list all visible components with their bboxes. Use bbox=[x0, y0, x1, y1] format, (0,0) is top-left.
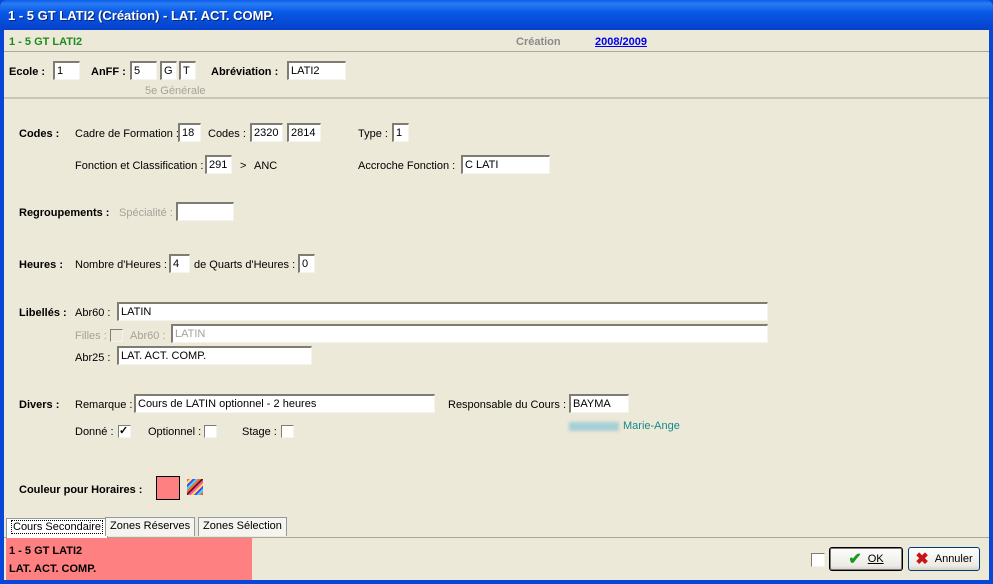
heures-section-label: Heures : bbox=[19, 259, 64, 271]
identity-strip: Ecole : 1 AnFF : 5 G T 5e Générale Abrév… bbox=[4, 52, 989, 99]
type-label: Type : bbox=[358, 128, 388, 140]
responsable-label: Responsable du Cours : bbox=[448, 399, 567, 411]
anff-input-3[interactable]: T bbox=[179, 61, 196, 80]
tab-cours-secondaire[interactable]: Cours Secondaire bbox=[6, 518, 109, 538]
tab-label: Zones Réserves bbox=[110, 520, 191, 532]
couleur-label: Couleur pour Horaires : bbox=[19, 484, 143, 496]
title-bar[interactable]: 1 - 5 GT LATI2 (Création) - LAT. ACT. CO… bbox=[0, 0, 993, 30]
nombre-heures-input[interactable]: 4 bbox=[169, 254, 190, 273]
course-preview: 1 - 5 GT LATI2 LAT. ACT. COMP. bbox=[6, 538, 252, 580]
codes-label: Codes : bbox=[208, 128, 246, 140]
nombre-heures-label: Nombre d'Heures : bbox=[75, 259, 167, 271]
ecole-label: Ecole : bbox=[9, 66, 46, 78]
accroche-label: Accroche Fonction : bbox=[358, 160, 456, 172]
x-icon: ✖ bbox=[915, 551, 929, 568]
ecole-input[interactable]: 1 bbox=[53, 61, 80, 80]
fonction-text: ANC bbox=[254, 160, 278, 172]
cancel-button[interactable]: ✖ Annuler bbox=[908, 547, 980, 571]
donne-label: Donné : bbox=[75, 426, 114, 438]
window-title: 1 - 5 GT LATI2 (Création) - LAT. ACT. CO… bbox=[8, 8, 275, 23]
checkmark-icon: ✓ bbox=[119, 425, 129, 437]
ok-button[interactable]: ✔ OK bbox=[829, 547, 903, 571]
anff-label: AnFF : bbox=[91, 66, 126, 78]
tab-label: Zones Sélection bbox=[203, 520, 282, 532]
remarque-label: Remarque : bbox=[75, 399, 133, 411]
preview-line-2: LAT. ACT. COMP. bbox=[9, 563, 97, 575]
ok-label: OK bbox=[867, 553, 884, 565]
regroupements-section-label: Regroupements : bbox=[19, 207, 110, 219]
responsable-firstname: Marie-Ange bbox=[623, 420, 680, 432]
dialog-client: 1 - 5 GT LATI2 Création 2008/2009 Ecole … bbox=[4, 30, 989, 580]
school-year-link[interactable]: 2008/2009 bbox=[595, 36, 647, 48]
mode-label: Création bbox=[516, 36, 561, 48]
header-strip: 1 - 5 GT LATI2 Création 2008/2009 bbox=[4, 30, 989, 52]
remarque-input[interactable]: Cours de LATIN optionnel - 2 heures bbox=[134, 394, 435, 413]
fonction-arrow: > bbox=[240, 160, 247, 172]
type-input[interactable]: 1 bbox=[392, 123, 409, 142]
filles-abr60-input[interactable]: LATIN bbox=[171, 324, 768, 343]
abr60-input[interactable]: LATIN bbox=[117, 302, 768, 321]
anff-input-2[interactable]: G bbox=[160, 61, 177, 80]
fonction-label: Fonction et Classification : bbox=[75, 160, 204, 172]
optionnel-checkbox[interactable] bbox=[204, 425, 217, 438]
specialite-input[interactable] bbox=[176, 202, 234, 221]
fonction-input[interactable]: 291 bbox=[205, 155, 232, 174]
filles-checkbox[interactable] bbox=[110, 329, 123, 342]
responsable-input[interactable]: BAYMA bbox=[569, 394, 629, 413]
code-input-2[interactable]: 2814 bbox=[287, 123, 321, 142]
code-input-1[interactable]: 2320 bbox=[250, 123, 283, 142]
anff-input-1[interactable]: 5 bbox=[130, 61, 157, 80]
accroche-input[interactable]: C LATI bbox=[461, 155, 550, 174]
footer-checkbox[interactable] bbox=[811, 553, 825, 567]
cadre-label: Cadre de Formation : bbox=[75, 128, 179, 140]
cancel-label: Annuler bbox=[934, 553, 973, 565]
stage-label: Stage : bbox=[242, 426, 277, 438]
color-swatch[interactable] bbox=[156, 476, 180, 500]
quarts-heures-input[interactable]: 0 bbox=[298, 254, 315, 273]
optionnel-label: Optionnel : bbox=[148, 426, 202, 438]
tab-strip: Cours Secondaire Zones Réserves Zones Sé… bbox=[4, 517, 989, 538]
redacted-surname bbox=[569, 421, 619, 431]
cadre-input[interactable]: 18 bbox=[178, 123, 201, 142]
abr25-input[interactable]: LAT. ACT. COMP. bbox=[117, 346, 312, 365]
abreviation-input[interactable]: LATI2 bbox=[287, 61, 346, 80]
anff-hint: 5e Générale bbox=[145, 85, 206, 97]
filles-abr60-label: Abr60 : bbox=[130, 330, 166, 342]
abr60-label: Abr60 : bbox=[75, 307, 111, 319]
responsable-name: Marie-Ange bbox=[569, 420, 680, 432]
tab-label: Cours Secondaire bbox=[11, 520, 104, 534]
divers-section-label: Divers : bbox=[19, 399, 60, 411]
donne-checkbox[interactable]: ✓ bbox=[118, 425, 131, 438]
abreviation-label: Abréviation : bbox=[211, 66, 279, 78]
codes-section-label: Codes : bbox=[19, 128, 60, 140]
quarts-heures-label: de Quarts d'Heures : bbox=[194, 259, 296, 271]
color-palette-icon[interactable] bbox=[187, 479, 203, 495]
checkmark-icon: ✔ bbox=[848, 551, 862, 568]
tab-zones-selection[interactable]: Zones Sélection bbox=[198, 517, 287, 536]
tab-zones-reserves[interactable]: Zones Réserves bbox=[105, 517, 196, 536]
stage-checkbox[interactable] bbox=[281, 425, 294, 438]
specialite-label: Spécialité : bbox=[119, 207, 173, 219]
libelles-section-label: Libellés : bbox=[19, 307, 67, 319]
preview-line-1: 1 - 5 GT LATI2 bbox=[9, 545, 83, 557]
course-code: 1 - 5 GT LATI2 bbox=[9, 36, 83, 48]
abr25-label: Abr25 : bbox=[75, 352, 111, 364]
filles-label: Filles : bbox=[75, 330, 107, 342]
